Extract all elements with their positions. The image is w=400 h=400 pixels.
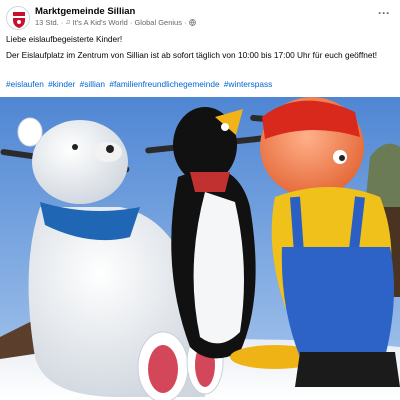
hashtag-link[interactable]: #winterspass [224,79,272,89]
hashtag-link[interactable]: #sillian [80,79,105,89]
post-meta: 13 Std. · ♫ It's A Kid's World · Global … [35,18,197,27]
music-note-icon: ♫ [65,19,71,26]
post-time[interactable]: 13 Std. [35,18,59,27]
meta-separator-2: · [183,18,187,27]
hashtag-link[interactable]: #familienfreundlichegemeinde [109,79,219,89]
globe-icon [189,19,197,26]
hashtag-list: #eislaufen #kinder #sillian #familienfre… [6,79,394,91]
music-title[interactable]: It's A Kid's World · Global Genius [73,18,182,27]
page-name[interactable]: Marktgemeinde Sillian [35,6,135,17]
hashtag-link[interactable]: #kinder [48,79,75,89]
coat-of-arms-icon [7,7,29,29]
post-body: Der Eislaufplatz im Zentrum von Sillian … [6,50,378,60]
skating-aids-photo [0,97,400,400]
meta-separator: · [60,18,64,27]
more-options-button[interactable]: ··· [378,7,390,19]
post-greeting: Liebe eislaufbegeisterte Kinder! [6,34,123,44]
post-photo[interactable] [0,97,400,400]
hashtag-link[interactable]: #eislaufen [6,79,44,89]
post-header: Marktgemeinde Sillian 13 Std. · ♫ It's A… [0,0,400,32]
page-avatar[interactable] [6,6,30,30]
